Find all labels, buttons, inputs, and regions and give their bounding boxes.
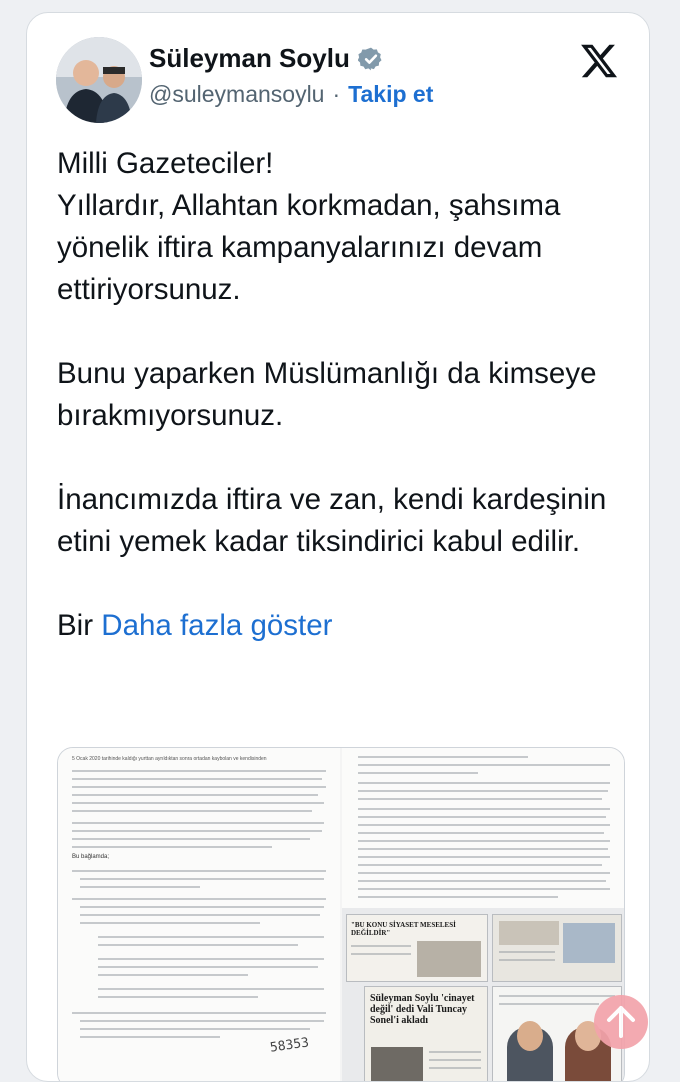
scroll-to-top-button[interactable] — [594, 995, 648, 1049]
tweet-paragraph-2: Bunu yaparken Müslümanlığı da kimseye bı… — [57, 357, 597, 432]
news-clipping-2 — [492, 914, 622, 982]
verified-badge-icon — [357, 47, 382, 70]
show-more-link[interactable]: Daha fazla göster — [101, 609, 332, 642]
separator-dot: · — [332, 81, 341, 107]
arrow-up-icon — [607, 1006, 635, 1038]
news-clipping-1: "BU KONU SİYASET MESELESİ DEĞİLDİR" — [346, 914, 488, 982]
x-logo-icon[interactable] — [579, 41, 619, 81]
follow-button[interactable]: Takip et — [348, 81, 433, 108]
tweet-card: Süleyman Soylu @suleymansoylu · Takip et… — [26, 12, 650, 1082]
news-clipping-3: Süleyman Soylu 'cinayet değil' dedi Vali… — [364, 986, 488, 1081]
truncated-text: Bir — [57, 609, 94, 642]
document-image-right[interactable]: "BU KONU SİYASET MESELESİ DEĞİLDİR" Süle… — [342, 748, 624, 1081]
truncated-line: Bir Daha fazla göster — [57, 605, 637, 647]
tweet-paragraph-1: Milli Gazeteciler! Yıllardır, Allahtan k… — [57, 147, 561, 306]
clip-headline-1: "BU KONU SİYASET MESELESİ DEĞİLDİR" — [351, 921, 456, 937]
tweet-paragraph-3: İnancımızda iftira ve zan, kendi kardeşi… — [57, 483, 607, 558]
doc-top-line: 5 Ocak 2020 tarihinde kaldığı yurttan ay… — [72, 756, 267, 762]
tweet-text: Milli Gazeteciler! Yıllardır, Allahtan k… — [57, 143, 637, 647]
document-image-left[interactable]: 5 Ocak 2020 tarihinde kaldığı yurttan ay… — [58, 748, 340, 1081]
avatar-photo — [56, 37, 142, 123]
avatar[interactable] — [56, 37, 142, 123]
clip-headline-2: Süleyman Soylu 'cinayet değil' dedi Vali… — [370, 993, 475, 1026]
author-name[interactable]: Süleyman Soylu — [149, 43, 350, 74]
author-handle[interactable]: @suleymansoylu — [149, 81, 324, 108]
doc-page-number: 58353 — [269, 1035, 310, 1056]
handle-row: @suleymansoylu · Takip et — [149, 81, 433, 108]
author-name-row: Süleyman Soylu — [149, 43, 384, 74]
media-gallery[interactable]: 5 Ocak 2020 tarihinde kaldığı yurttan ay… — [57, 747, 625, 1081]
doc-section-label: Bu bağlamda; — [72, 854, 110, 860]
